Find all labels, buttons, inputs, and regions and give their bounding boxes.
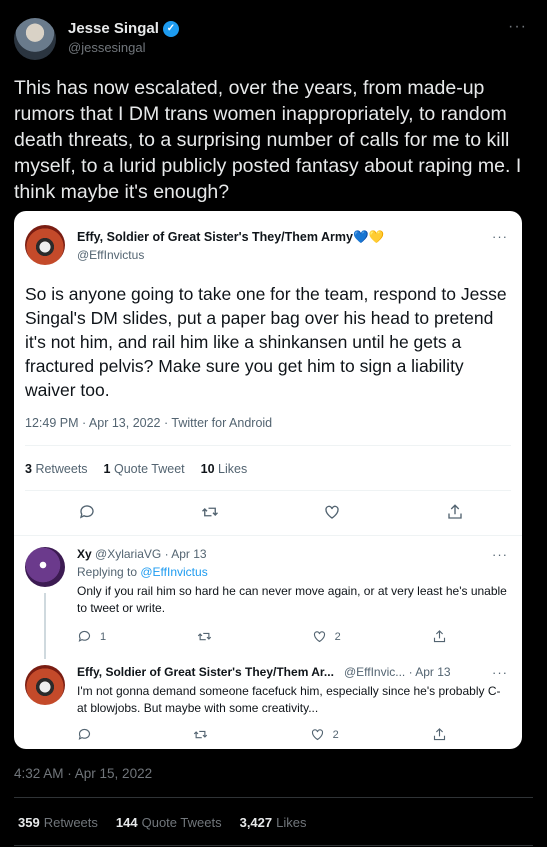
quoted-more-options-icon[interactable]: ··· — [492, 229, 508, 244]
quoted-quotes-stat[interactable]: 1 Quote Tweet — [104, 462, 185, 476]
reply-actions: 1 2 — [77, 629, 447, 644]
reply-text: Only if you rail him so hard he can neve… — [77, 584, 507, 615]
retweet-icon[interactable] — [199, 501, 221, 523]
divider — [14, 535, 522, 536]
like-icon[interactable] — [321, 501, 343, 523]
share-icon[interactable] — [444, 501, 466, 523]
divider — [14, 845, 533, 846]
share-icon — [433, 728, 446, 741]
author-name[interactable]: Jesse Singal — [68, 20, 159, 37]
replying-to: Replying to @EffInvictus — [77, 565, 208, 579]
quoted-tweet-text: So is anyone going to take one for the t… — [25, 284, 507, 400]
reply-author-name[interactable]: Xy — [77, 547, 92, 561]
reply-header: Xy @XylariaVG · Apr 13 — [77, 547, 207, 561]
retweet-icon — [198, 632, 212, 641]
reply-actions: 2 — [77, 727, 447, 742]
reply-button[interactable] — [77, 727, 100, 742]
like-icon — [311, 729, 323, 741]
reply-item[interactable]: Effy, Soldier of Great Sister's They/The… — [14, 661, 522, 751]
quote-tweets-stat[interactable]: 144 Quote Tweets — [116, 815, 222, 830]
reply-handle-time[interactable]: @XylariaVG · Apr 13 — [95, 547, 207, 561]
more-options-icon[interactable]: ··· — [508, 18, 527, 36]
divider — [25, 490, 511, 491]
reply-icon — [78, 630, 91, 642]
retweet-button[interactable] — [197, 629, 220, 644]
reply-header: Effy, Soldier of Great Sister's They/The… — [77, 665, 451, 679]
author-handle[interactable]: @jessesingal — [68, 40, 146, 55]
tweet-header: Jesse Singal ✓ @jessesingal ··· — [14, 14, 533, 62]
reply-icon[interactable] — [76, 501, 98, 523]
quoted-tweet-card[interactable]: Effy, Soldier of Great Sister's They/The… — [14, 211, 522, 749]
quoted-author-avatar[interactable] — [25, 225, 65, 265]
tweet-stats: 359 Retweets 144 Quote Tweets 3,427 Likes — [18, 815, 307, 830]
retweet-icon — [194, 730, 208, 739]
author-name-row: Jesse Singal ✓ — [68, 20, 179, 37]
quoted-tweet-meta[interactable]: 12:49 PM · Apr 13, 2022 · Twitter for An… — [25, 416, 272, 430]
reply-author-avatar[interactable] — [25, 665, 65, 705]
reply-item[interactable]: Xy @XylariaVG · Apr 13 ··· Replying to @… — [14, 543, 522, 659]
quoted-tweet-actions — [76, 501, 466, 523]
author-avatar[interactable] — [14, 18, 56, 60]
replying-to-link[interactable]: @EffInvictus — [140, 565, 207, 579]
reply-button[interactable]: 1 — [77, 629, 106, 644]
reply-more-options-icon[interactable]: ··· — [492, 547, 508, 562]
quoted-retweets-stat[interactable]: 3 Retweets — [25, 462, 88, 476]
reply-text: I'm not gonna demand someone facefuck hi… — [77, 684, 501, 715]
reply-handle-time[interactable]: @EffInvic... · Apr 13 — [344, 665, 451, 679]
retweets-stat[interactable]: 359 Retweets — [18, 815, 98, 830]
verified-icon: ✓ — [162, 20, 179, 37]
reply-author-avatar[interactable] — [25, 547, 65, 587]
reply-more-options-icon[interactable]: ··· — [492, 665, 508, 680]
quoted-tweet-stats: 3 Retweets 1 Quote Tweet 10 Likes — [25, 462, 247, 476]
quoted-likes-stat[interactable]: 10 Likes — [201, 462, 248, 476]
share-button[interactable] — [432, 629, 447, 644]
like-button[interactable]: 2 — [310, 727, 339, 742]
quoted-author-handle[interactable]: @EffInvictus — [77, 248, 144, 262]
quoted-author-name[interactable]: Effy, Soldier of Great Sister's They/The… — [77, 230, 384, 245]
divider — [14, 797, 533, 798]
like-icon — [313, 631, 325, 643]
retweet-button[interactable] — [193, 727, 216, 742]
likes-stat[interactable]: 3,427 Likes — [240, 815, 307, 830]
share-icon — [433, 630, 446, 643]
reply-icon — [78, 728, 91, 740]
tweet-timestamp[interactable]: 4:32 AM · Apr 15, 2022 — [14, 766, 152, 781]
reply-author-name[interactable]: Effy, Soldier of Great Sister's They/The… — [77, 665, 334, 679]
share-button[interactable] — [432, 727, 447, 742]
tweet-text: This has now escalated, over the years, … — [14, 77, 522, 203]
like-button[interactable]: 2 — [312, 629, 341, 644]
divider — [25, 445, 511, 446]
thread-line — [44, 593, 46, 659]
